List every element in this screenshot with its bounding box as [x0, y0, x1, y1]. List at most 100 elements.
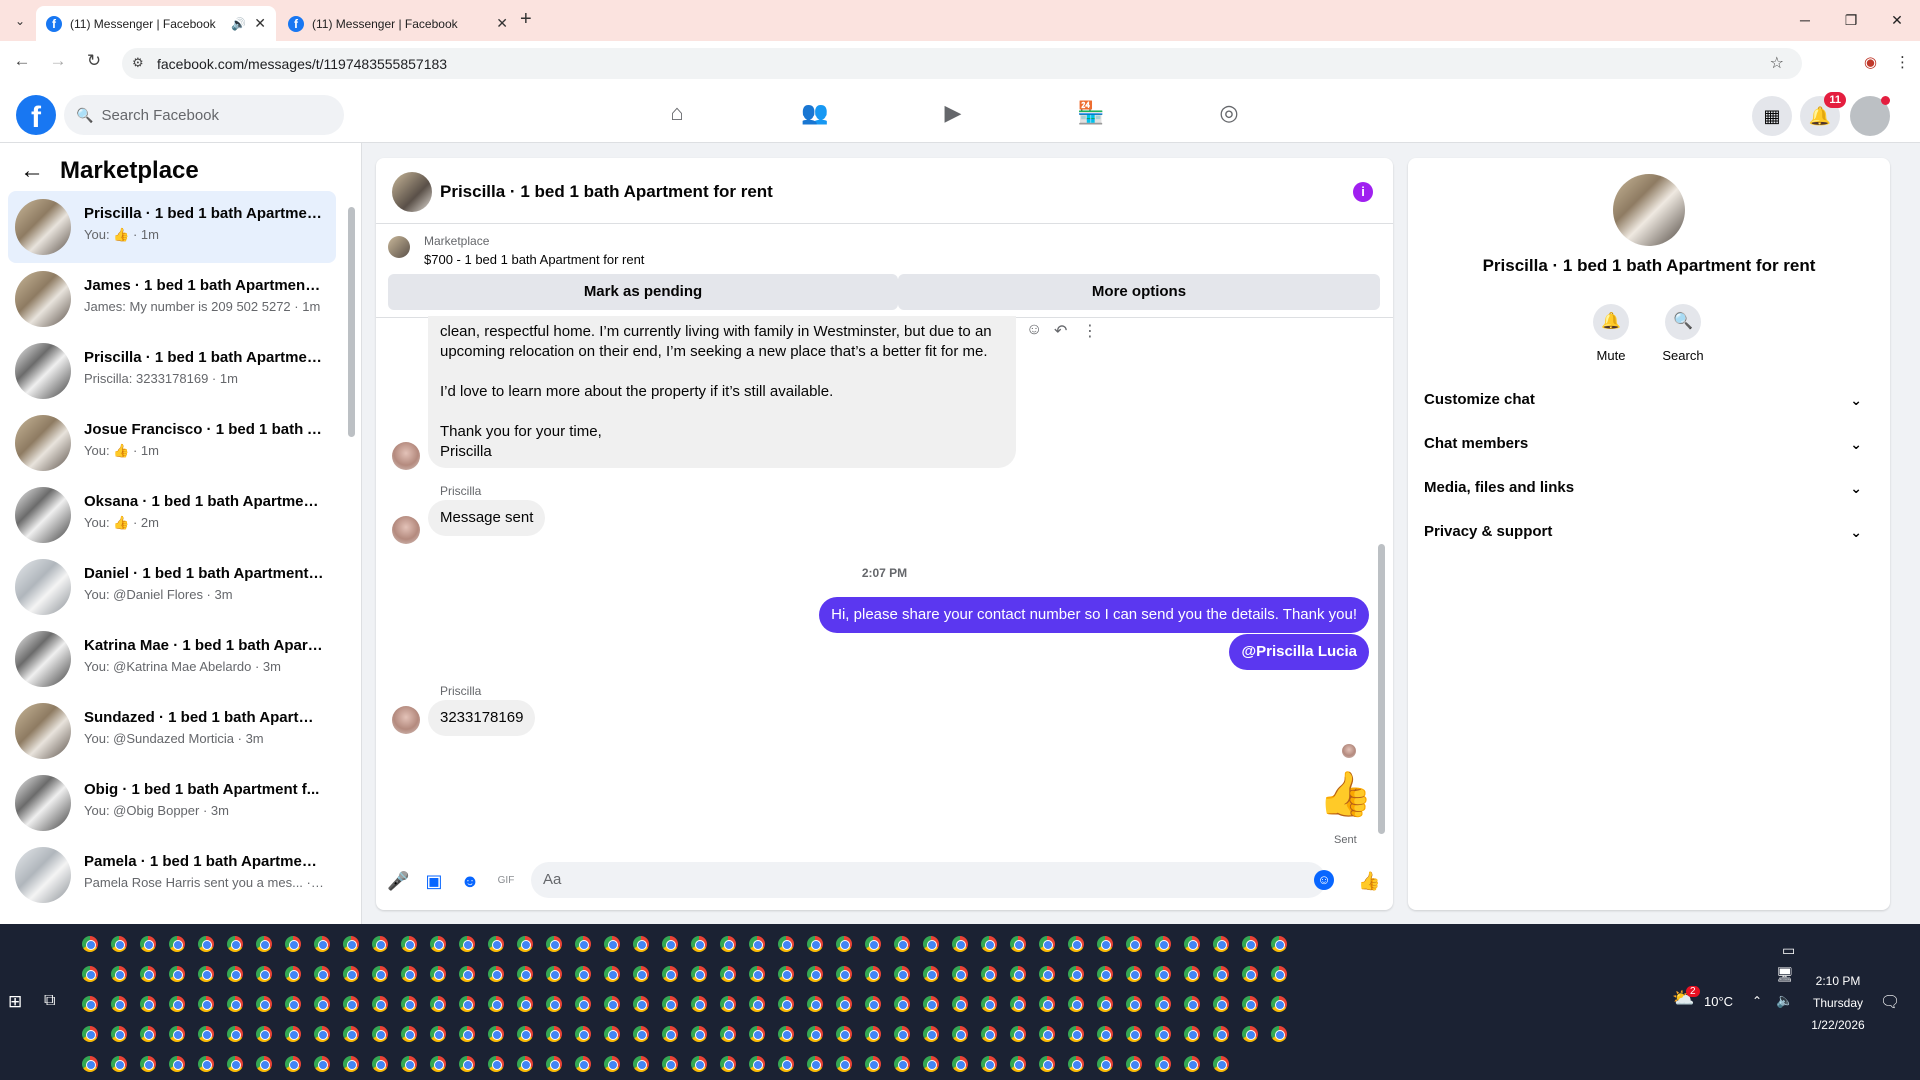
tray-chevron-icon[interactable]: ⌃ — [1752, 994, 1762, 1008]
chrome-app-icon[interactable] — [517, 1056, 533, 1072]
browser-tab-1[interactable]: f (11) Messenger | Facebook 🔊 ✕ — [36, 6, 276, 41]
chrome-app-icon[interactable] — [1271, 1026, 1287, 1042]
emoji-icon[interactable]: ☺ — [1314, 870, 1334, 890]
watch-icon[interactable]: ▶ — [938, 100, 968, 130]
chrome-app-icon[interactable] — [140, 936, 156, 952]
chrome-app-icon[interactable] — [981, 1026, 997, 1042]
chrome-app-icon[interactable] — [430, 1056, 446, 1072]
chrome-app-icon[interactable] — [923, 1056, 939, 1072]
chrome-app-icon[interactable] — [1155, 966, 1171, 982]
like-send-icon[interactable]: 👍 — [1358, 870, 1380, 892]
chrome-app-icon[interactable] — [720, 936, 736, 952]
chrome-app-icon[interactable] — [1242, 966, 1258, 982]
gif-icon[interactable]: GIF — [495, 870, 517, 892]
account-avatar[interactable] — [1850, 96, 1890, 136]
chrome-app-icon[interactable] — [517, 936, 533, 952]
chrome-app-icon[interactable] — [604, 936, 620, 952]
chrome-app-icon[interactable] — [459, 1026, 475, 1042]
chrome-app-icon[interactable] — [314, 966, 330, 982]
chrome-app-icon[interactable] — [952, 936, 968, 952]
chrome-app-icon[interactable] — [1213, 1056, 1229, 1072]
chrome-app-icon[interactable] — [488, 966, 504, 982]
mark-as-pending-button[interactable]: Mark as pending — [388, 274, 898, 310]
chrome-app-icon[interactable] — [691, 1026, 707, 1042]
info-icon[interactable]: i — [1353, 182, 1373, 202]
groups-icon[interactable]: ◎ — [1214, 100, 1244, 130]
chrome-app-icon[interactable] — [836, 996, 852, 1012]
chrome-app-icon[interactable] — [691, 996, 707, 1012]
chrome-app-icon[interactable] — [372, 996, 388, 1012]
browser-menu-icon[interactable]: ⋮ — [1895, 53, 1910, 71]
chrome-app-icon[interactable] — [459, 966, 475, 982]
network-icon[interactable]: 🖥 — [1776, 966, 1794, 983]
chrome-app-icon[interactable] — [198, 936, 214, 952]
chrome-app-icon[interactable] — [1126, 1056, 1142, 1072]
chrome-app-icon[interactable] — [1213, 996, 1229, 1012]
chrome-app-icon[interactable] — [517, 966, 533, 982]
chrome-app-icon[interactable] — [952, 1026, 968, 1042]
chrome-app-icon[interactable] — [1068, 1026, 1084, 1042]
chrome-app-icon[interactable] — [111, 996, 127, 1012]
conversation-item[interactable]: Oksana · 1 bed 1 bath Apartmen... You: 👍 … — [8, 479, 336, 551]
marketplace-icon[interactable]: 🏪 — [1076, 100, 1106, 130]
chrome-app-icon[interactable] — [836, 1056, 852, 1072]
chrome-app-icon[interactable] — [169, 996, 185, 1012]
chrome-app-icon[interactable] — [314, 996, 330, 1012]
microphone-icon[interactable]: 🎤 — [387, 870, 409, 892]
windows-start-icon[interactable]: ⊞ — [8, 992, 26, 1011]
restore-icon[interactable]: ❐ — [1828, 0, 1874, 41]
chrome-app-icon[interactable] — [169, 1056, 185, 1072]
chrome-app-icon[interactable] — [430, 936, 446, 952]
chrome-app-icon[interactable] — [488, 996, 504, 1012]
chrome-app-icon[interactable] — [1242, 936, 1258, 952]
menu-grid-icon[interactable]: ▦ — [1752, 96, 1792, 136]
friends-icon[interactable]: 👥 — [800, 100, 830, 130]
chrome-app-icon[interactable] — [459, 936, 475, 952]
chrome-app-icon[interactable] — [575, 966, 591, 982]
chrome-app-icon[interactable] — [1213, 936, 1229, 952]
chrome-app-icon[interactable] — [372, 1026, 388, 1042]
chrome-app-icon[interactable] — [807, 1026, 823, 1042]
chrome-app-icon[interactable] — [546, 1026, 562, 1042]
volume-icon[interactable]: 🔈 — [1776, 992, 1793, 1009]
conversation-item[interactable]: Josue Francisco · 1 bed 1 bath A... You: … — [8, 407, 336, 479]
chrome-app-icon[interactable] — [749, 936, 765, 952]
chrome-app-icon[interactable] — [314, 936, 330, 952]
minimize-icon[interactable]: ─ — [1782, 0, 1828, 41]
chrome-app-icon[interactable] — [285, 996, 301, 1012]
chrome-app-icon[interactable] — [314, 1056, 330, 1072]
chrome-app-icon[interactable] — [691, 936, 707, 952]
chrome-app-icon[interactable] — [807, 1056, 823, 1072]
url-omnibox[interactable]: ⚙ facebook.com/messages/t/11974835558571… — [122, 48, 1802, 79]
chrome-app-icon[interactable] — [720, 1026, 736, 1042]
chrome-app-icon[interactable] — [1126, 966, 1142, 982]
chrome-app-icon[interactable] — [459, 996, 475, 1012]
chrome-app-icon[interactable] — [894, 996, 910, 1012]
sticker-icon[interactable]: ☻ — [459, 870, 481, 892]
conversation-item[interactable]: James · 1 bed 1 bath Apartment ... James:… — [8, 263, 336, 335]
clock-time[interactable]: 2:10 PM — [1808, 974, 1868, 988]
chrome-app-icon[interactable] — [1155, 936, 1171, 952]
chrome-app-icon[interactable] — [952, 1056, 968, 1072]
chrome-app-icon[interactable] — [1271, 996, 1287, 1012]
chrome-app-icon[interactable] — [82, 1056, 98, 1072]
chrome-app-icon[interactable] — [169, 936, 185, 952]
chrome-app-icon[interactable] — [1010, 996, 1026, 1012]
chrome-app-icon[interactable] — [343, 936, 359, 952]
chrome-app-icon[interactable] — [633, 966, 649, 982]
chrome-app-icon[interactable] — [111, 1056, 127, 1072]
tray-device-icon[interactable]: ▭ — [1782, 942, 1795, 959]
chrome-app-icon[interactable] — [430, 996, 446, 1012]
chrome-app-icon[interactable] — [343, 1026, 359, 1042]
chrome-app-icon[interactable] — [401, 1056, 417, 1072]
chrome-app-icon[interactable] — [372, 1056, 388, 1072]
chrome-app-icon[interactable] — [1126, 1026, 1142, 1042]
conversation-item[interactable]: Sundazed · 1 bed 1 bath Apartm... You: @S… — [8, 695, 336, 767]
chrome-app-icon[interactable] — [1039, 966, 1055, 982]
chrome-app-icon[interactable] — [778, 996, 794, 1012]
chrome-app-icon[interactable] — [169, 1026, 185, 1042]
chrome-app-icon[interactable] — [198, 996, 214, 1012]
chrome-app-icon[interactable] — [575, 1026, 591, 1042]
notification-center-icon[interactable]: 🗨 — [1880, 992, 1900, 1012]
listing-thumbnail[interactable] — [388, 236, 410, 258]
